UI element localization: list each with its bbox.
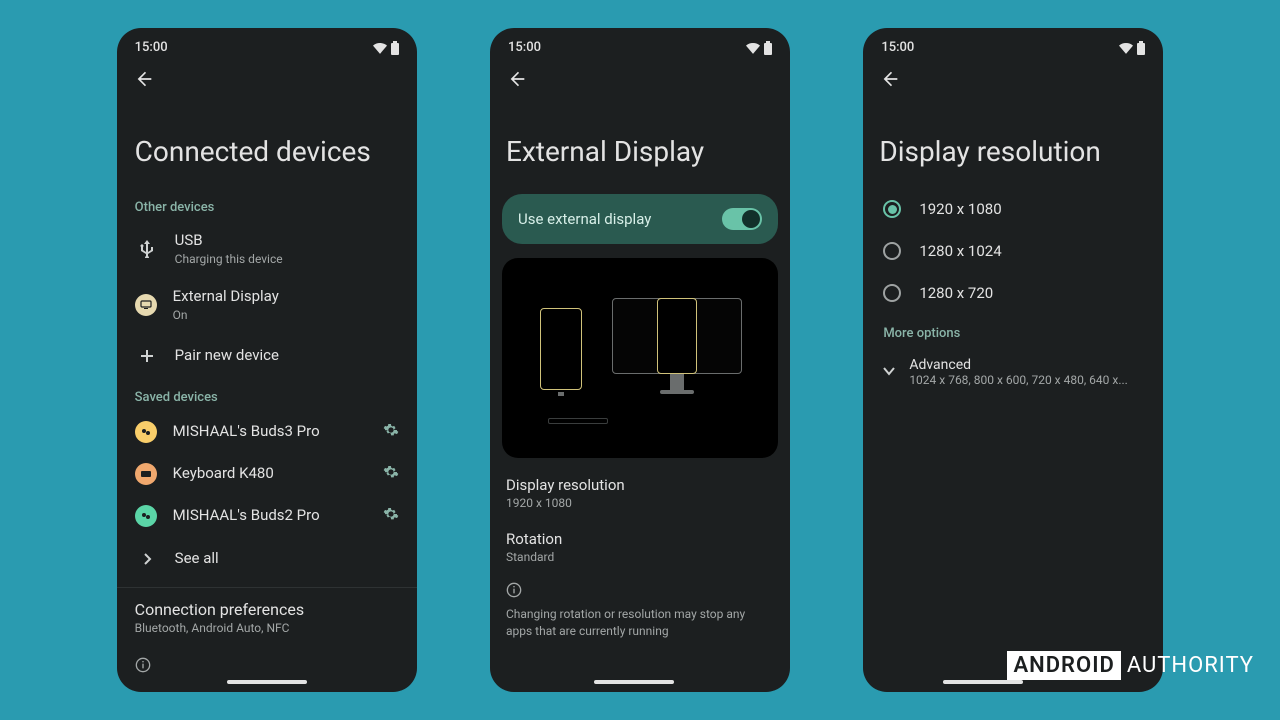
info-text: Changing rotation or resolution may stop…: [490, 606, 790, 650]
info-icon: [506, 582, 522, 598]
adv-title: Advanced: [909, 357, 1128, 373]
gear-icon[interactable]: [383, 464, 399, 484]
res-sub: 1920 x 1080: [506, 496, 774, 510]
resolution-option-1920x1080[interactable]: 1920 x 1080: [863, 188, 1163, 230]
res-title: Display resolution: [506, 476, 774, 494]
saved-device-buds3[interactable]: MISHAAL's Buds3 Pro: [117, 411, 417, 453]
chevron-down-icon: [883, 365, 895, 380]
phone-stand-icon: [558, 392, 564, 396]
toggle-label: Use external display: [518, 210, 651, 228]
keyboard-icon: [548, 418, 608, 424]
chevron-right-icon: [135, 547, 159, 571]
status-time: 15:00: [881, 40, 914, 55]
back-icon[interactable]: [506, 69, 526, 89]
dev2-title: Keyboard K480: [173, 464, 367, 484]
status-icons: [746, 41, 772, 55]
page-title: Display resolution: [863, 103, 1163, 188]
conn-pref-title: Connection preferences: [135, 600, 399, 621]
wifi-icon: [746, 42, 760, 54]
rot-sub: Standard: [506, 550, 774, 564]
external-display-item[interactable]: External Display On: [117, 277, 417, 333]
back-icon[interactable]: [879, 69, 899, 89]
switch-on-icon[interactable]: [722, 208, 762, 230]
section-saved-devices: Saved devices: [117, 378, 417, 411]
resolution-option-1280x1024[interactable]: 1280 x 1024: [863, 230, 1163, 272]
rotation-item[interactable]: Rotation Standard: [490, 520, 790, 574]
pair-title: Pair new device: [175, 346, 399, 366]
display-arrangement-preview[interactable]: [502, 258, 778, 458]
section-other-devices: Other devices: [117, 188, 417, 221]
display-icon: [135, 294, 157, 316]
earbuds-icon: [135, 505, 157, 527]
saved-device-keyboard[interactable]: Keyboard K480: [117, 453, 417, 495]
screen-connected-devices: 15:00 Connected devices Other devices US…: [117, 28, 417, 692]
connection-preferences-item[interactable]: Connection preferences Bluetooth, Androi…: [117, 588, 417, 650]
opt1-label: 1920 x 1080: [919, 200, 1001, 218]
radio-checked-icon: [883, 200, 901, 218]
use-external-display-toggle[interactable]: Use external display: [502, 194, 778, 244]
phone-preview-icon: [540, 308, 582, 390]
back-icon[interactable]: [133, 69, 153, 89]
nav-handle[interactable]: [943, 680, 1023, 684]
opt2-label: 1280 x 1024: [919, 242, 1001, 260]
wifi-icon: [373, 42, 387, 54]
section-more-options: More options: [863, 314, 1163, 347]
dev3-title: MISHAAL's Buds2 Pro: [173, 506, 367, 526]
usb-icon: [135, 237, 159, 261]
status-icons: [1119, 41, 1145, 55]
dev1-title: MISHAAL's Buds3 Pro: [173, 422, 367, 442]
watermark: ANDROID AUTHORITY: [1007, 651, 1254, 680]
conn-pref-sub: Bluetooth, Android Auto, NFC: [135, 620, 399, 637]
earbuds-icon: [135, 421, 157, 443]
saved-device-buds2[interactable]: MISHAAL's Buds2 Pro: [117, 495, 417, 537]
battery-icon: [391, 41, 399, 55]
info-icon: [135, 657, 151, 673]
usb-title: USB: [175, 231, 399, 251]
wifi-icon: [1119, 42, 1133, 54]
status-time: 15:00: [508, 40, 541, 55]
status-bar: 15:00: [117, 28, 417, 59]
resolution-option-1280x720[interactable]: 1280 x 720: [863, 272, 1163, 314]
page-title: External Display: [490, 103, 790, 188]
status-bar: 15:00: [490, 28, 790, 59]
see-all-label: See all: [175, 549, 399, 569]
radio-unchecked-icon: [883, 284, 901, 302]
gear-icon[interactable]: [383, 422, 399, 442]
status-bar: 15:00: [863, 28, 1163, 59]
adv-sub: 1024 x 768, 800 x 600, 720 x 480, 640 x.…: [909, 373, 1128, 387]
extdisp-sub: On: [173, 307, 399, 324]
display-resolution-item[interactable]: Display resolution 1920 x 1080: [490, 466, 790, 520]
rot-title: Rotation: [506, 530, 774, 548]
status-time: 15:00: [135, 40, 168, 55]
see-all-item[interactable]: See all: [117, 537, 417, 581]
usb-item[interactable]: USB Charging this device: [117, 221, 417, 277]
screen-display-resolution: 15:00 Display resolution 1920 x 1080 128…: [863, 28, 1163, 692]
plus-icon: [135, 344, 159, 368]
monitor-base-icon: [660, 390, 694, 394]
status-icons: [373, 41, 399, 55]
page-title: Connected devices: [117, 103, 417, 188]
battery-icon: [764, 41, 772, 55]
screen-external-display: 15:00 External Display Use external disp…: [490, 28, 790, 692]
battery-icon: [1137, 41, 1145, 55]
extdisp-title: External Display: [173, 287, 399, 307]
pair-new-device-item[interactable]: Pair new device: [117, 334, 417, 378]
usb-sub: Charging this device: [175, 251, 399, 268]
advanced-item[interactable]: Advanced 1024 x 768, 800 x 600, 720 x 48…: [863, 347, 1163, 397]
phone-on-monitor-icon: [657, 298, 697, 374]
radio-unchecked-icon: [883, 242, 901, 260]
watermark-light: AUTHORITY: [1127, 653, 1254, 678]
watermark-bold: ANDROID: [1007, 651, 1120, 680]
gear-icon[interactable]: [383, 506, 399, 526]
opt3-label: 1280 x 720: [919, 284, 993, 302]
nav-handle[interactable]: [227, 680, 307, 684]
keyboard-icon: [135, 463, 157, 485]
nav-handle[interactable]: [594, 680, 674, 684]
